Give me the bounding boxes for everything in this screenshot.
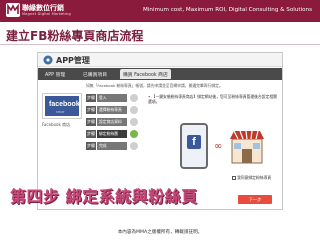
slide-title: 建立FB粉絲專頁商店流程	[6, 29, 144, 43]
step-label: 綁定粉絲團	[97, 130, 127, 138]
step-status-icon	[130, 130, 138, 138]
gear-icon	[43, 55, 53, 65]
tab-purchased[interactable]: 已購買項目	[80, 69, 110, 79]
step-status-icon	[130, 106, 138, 114]
step-headline: 第四步 綁定系統與粉絲頁	[10, 187, 198, 206]
step-number: 步驟 1	[86, 94, 96, 108]
agree-checkbox[interactable]: 我同意綁定粉絲專頁	[232, 175, 271, 181]
notice-text: 如無「Facebook 粉絲專頁」帳號，請先申請並至官網申請，開通完畢再行綁定。	[86, 83, 223, 88]
step-label: 設定商店資料	[97, 118, 127, 126]
facebook-wordmark: facebook	[49, 101, 80, 108]
tab-app-management[interactable]: APP 管理	[42, 69, 68, 79]
slide: 聯緣數位行銷 Magnet Digital Marketing Minimum …	[0, 0, 320, 240]
link-chain-icon: ∞	[214, 141, 223, 152]
step-status-icon	[130, 94, 138, 102]
step-3[interactable]: 步驟 3 設定商店資料	[86, 117, 146, 132]
next-button[interactable]: 下一步	[238, 195, 272, 204]
agree-checkbox-label: 我同意綁定粉絲專頁	[237, 175, 272, 180]
step-number: 步驟 3	[86, 118, 96, 132]
storefront-icon	[230, 130, 264, 164]
phone-icon: f	[180, 123, 208, 169]
step-number: 步驟 2	[86, 106, 96, 120]
app-header: APP管理	[38, 53, 282, 67]
step-5[interactable]: 步驟 5 完成	[86, 141, 146, 156]
step-number: 步驟 5	[86, 142, 96, 156]
step-4[interactable]: 步驟 4 綁定粉絲團	[86, 129, 146, 144]
facebook-shop-label: SHOP	[56, 110, 65, 114]
title-divider	[0, 44, 320, 45]
step-1[interactable]: 步驟 1 登入 Facebook	[86, 93, 146, 108]
brand-logo-icon	[6, 3, 20, 17]
brand-bar: 聯緣數位行銷 Magnet Digital Marketing Minimum …	[0, 0, 320, 22]
brand-subtitle: Magnet Digital Marketing	[22, 12, 71, 16]
step-status-icon	[130, 142, 138, 150]
brand-slogan: Minimum cost, Maximum ROI, Digital Consu…	[143, 7, 312, 13]
instruction-text: • 【一鍵安裝粉絲專頁商店】綁定網站後，您可至粉絲專頁管理後台設定相關選項。	[148, 94, 278, 104]
bind-diagram: f ∞ 我同意綁定粉絲專頁	[158, 119, 278, 181]
tab-bar: APP 管理 已購買項目 購買 Facebook 商店	[38, 68, 282, 80]
step-label: 選擇粉絲專頁	[97, 106, 127, 114]
step-status-icon	[130, 118, 138, 126]
checkbox-icon	[232, 176, 236, 180]
facebook-shop-caption: Facebook 商店	[42, 122, 71, 127]
facebook-f-icon: f	[187, 135, 201, 149]
step-number: 步驟 4	[86, 130, 96, 144]
step-list: 步驟 1 登入 Facebook 步驟 2 選擇粉絲專頁 步驟 3 設定商店資料…	[86, 93, 146, 156]
facebook-logo: facebook SHOP	[45, 96, 80, 116]
step-2[interactable]: 步驟 2 選擇粉絲專頁	[86, 105, 146, 120]
step-label: 登入 Facebook	[97, 94, 127, 106]
copyright-footer: 本內容為MMA之版權所有，轉載請註明。	[117, 230, 203, 235]
app-title: APP管理	[56, 56, 90, 65]
tab-buy-facebook-shop[interactable]: 購買 Facebook 商店	[120, 69, 171, 79]
facebook-shop-card[interactable]: facebook SHOP	[42, 93, 82, 119]
step-label: 完成	[97, 142, 127, 150]
instruction-body: 【一鍵安裝粉絲專頁商店】綁定網站後，您可至粉絲專頁管理後台設定相關選項。	[148, 94, 277, 104]
